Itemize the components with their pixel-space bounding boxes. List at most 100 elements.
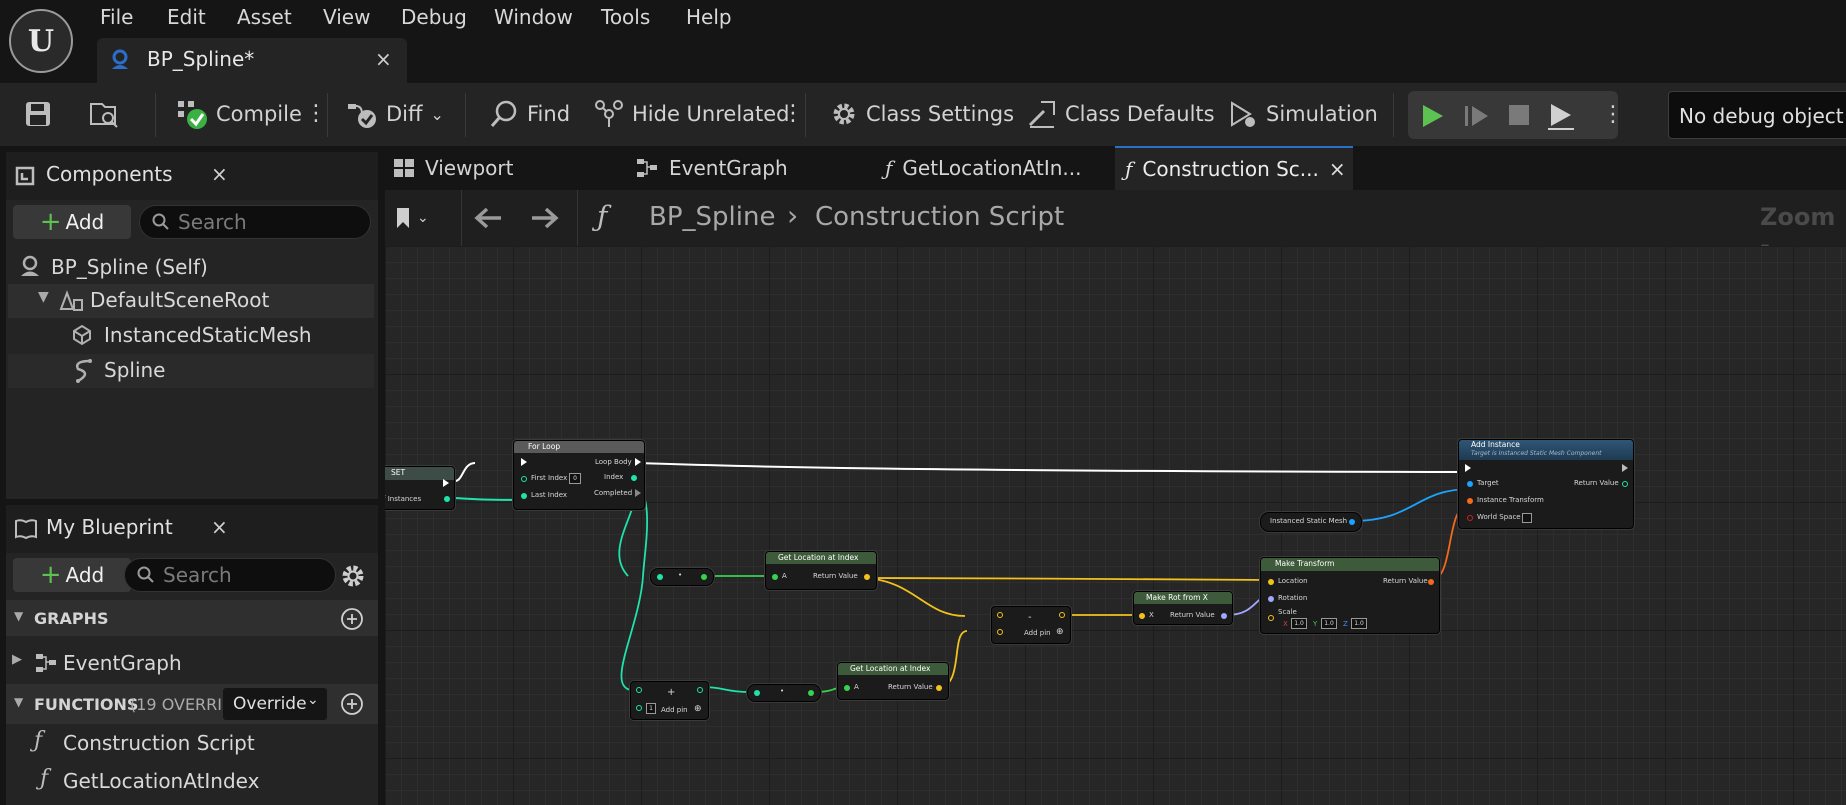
add-value[interactable]: 1 [646, 703, 656, 714]
bookmark-button[interactable]: ⌄ [395, 202, 445, 234]
make-rot-from-x-node[interactable]: Make Rot from X X Return Value [1133, 591, 1233, 625]
my-blueprint-search-input[interactable]: Search [124, 558, 336, 592]
find-button[interactable]: Find [489, 97, 570, 131]
rotation-pin[interactable] [1268, 596, 1274, 602]
scale-z-value[interactable]: 1.0 [1351, 618, 1367, 629]
graphs-section-header[interactable]: ▼ GRAPHS [6, 600, 378, 636]
vector-out-pin[interactable] [936, 685, 942, 691]
diff-button[interactable]: Diff ⌄ [346, 97, 444, 131]
eject-icon[interactable] [1546, 102, 1576, 130]
scale-y-value[interactable]: 1.0 [1321, 618, 1337, 629]
transform-out-pin[interactable] [1428, 579, 1434, 585]
scale-pin[interactable] [1268, 615, 1274, 621]
world-space-checkbox[interactable] [1522, 513, 1532, 523]
a-pin[interactable] [844, 685, 850, 691]
loop-body-pin[interactable] [635, 458, 641, 466]
add-graph-icon[interactable] [340, 607, 364, 631]
menu-file[interactable]: File [100, 5, 133, 29]
a-pin[interactable] [772, 574, 778, 580]
settings-gear-icon[interactable] [340, 563, 366, 589]
compile-options-icon[interactable]: ⋮ [305, 100, 327, 128]
float-out-pin[interactable] [808, 690, 814, 696]
first-index-pin[interactable] [521, 476, 527, 482]
int-pin[interactable] [444, 496, 450, 502]
menu-tools[interactable]: Tools [601, 5, 650, 29]
play-options-icon[interactable]: ⋮ [1602, 101, 1624, 129]
for-loop-node[interactable]: For Loop Loop Body First Index 0 Index L… [513, 440, 645, 510]
step-icon[interactable] [1463, 103, 1491, 129]
close-icon[interactable]: × [375, 47, 392, 71]
simulation-button[interactable]: Simulation [1228, 97, 1378, 131]
menu-window[interactable]: Window [494, 5, 573, 29]
return-value-pin[interactable] [1622, 481, 1628, 487]
close-icon[interactable]: × [1329, 157, 1346, 181]
save-button[interactable] [24, 97, 52, 131]
component-default-scene-root[interactable]: ▼ DefaultSceneRoot [8, 284, 374, 318]
index-pin[interactable] [631, 475, 637, 481]
set-node[interactable]: SET f Instances [385, 466, 455, 510]
add-function-icon[interactable] [340, 692, 364, 716]
graph-canvas[interactable]: SET f Instances For Loop Loop Body First… [385, 246, 1846, 805]
functions-section-header[interactable]: ▼ FUNCTIONS (19 OVERRIDA Override ⌄ [6, 684, 378, 724]
exec-out-pin[interactable] [443, 479, 449, 487]
add-pin-icon[interactable]: ⊕ [694, 704, 702, 714]
int-in-pin-b[interactable] [636, 705, 642, 711]
exec-in-pin[interactable] [1465, 464, 1471, 472]
add-pin-icon[interactable]: ⊕ [1056, 627, 1064, 637]
target-pin[interactable] [1467, 481, 1473, 487]
stop-icon[interactable] [1508, 104, 1530, 126]
menu-view[interactable]: View [323, 5, 370, 29]
location-pin[interactable] [1268, 579, 1274, 585]
close-icon[interactable]: × [211, 515, 228, 539]
hide-unrelated-options-icon[interactable]: ⋮ [782, 100, 804, 128]
completed-pin[interactable] [635, 489, 641, 497]
int-out-pin[interactable] [697, 687, 703, 693]
tab-eventgraph[interactable]: EventGraph [635, 146, 788, 190]
get-location-at-index-node-1[interactable]: Get Location at Index A Return Value [765, 551, 877, 590]
exec-out-pin[interactable] [1622, 464, 1628, 472]
play-icon[interactable] [1420, 103, 1446, 129]
components-search-input[interactable]: Search [139, 205, 371, 239]
override-dropdown[interactable]: Override ⌄ [223, 688, 327, 720]
last-index-pin[interactable] [521, 493, 527, 499]
tab-viewport[interactable]: Viewport [393, 146, 513, 190]
subtract-vector-node[interactable]: - Add pin ⊕ [991, 606, 1071, 644]
tab-construction-script[interactable]: ƒ Construction Sc... × [1115, 146, 1353, 190]
hide-unrelated-button[interactable]: Hide Unrelated [594, 97, 790, 131]
back-arrow-icon[interactable] [473, 205, 503, 231]
menu-debug[interactable]: Debug [401, 5, 467, 29]
compile-button[interactable]: Compile [176, 97, 302, 131]
first-index-value[interactable]: 0 [569, 473, 581, 484]
vector-in-pin-b[interactable] [997, 629, 1003, 635]
x-pin[interactable] [1139, 613, 1145, 619]
breadcrumb-blueprint[interactable]: BP_Spline [649, 202, 775, 232]
float-out-pin[interactable] [701, 574, 707, 580]
vector-out-pin[interactable] [864, 574, 870, 580]
add-member-button[interactable]: + Add [13, 558, 131, 592]
document-tab-bp-spline[interactable]: BP_Spline* × [97, 38, 407, 83]
instanced-static-mesh-getter-node[interactable]: Instanced Static Mesh [1260, 512, 1362, 532]
int-in-pin[interactable] [657, 574, 663, 580]
class-settings-button[interactable]: Class Settings [830, 97, 1014, 131]
object-pin[interactable] [1349, 519, 1355, 525]
function-item-construction-script[interactable]: ƒ Construction Script [6, 726, 378, 760]
exec-in-pin[interactable] [521, 458, 527, 466]
get-location-at-index-node-2[interactable]: Get Location at Index A Return Value [837, 662, 949, 700]
expand-arrow-icon[interactable]: ▼ [38, 289, 49, 305]
tab-getlocationatindex[interactable]: ƒ GetLocationAtIn... [885, 146, 1081, 190]
menu-help[interactable]: Help [686, 5, 732, 29]
component-spline[interactable]: Spline [8, 354, 374, 388]
menu-asset[interactable]: Asset [237, 5, 292, 29]
expand-arrow-icon[interactable]: ▶ [12, 652, 22, 667]
add-component-button[interactable]: + Add [13, 205, 131, 239]
int-in-pin[interactable] [754, 690, 760, 696]
function-item-getlocationatindex[interactable]: ƒ GetLocationAtIndex [6, 764, 378, 798]
conversion-node[interactable]: • [650, 568, 714, 586]
make-transform-node[interactable]: Make Transform Location Return Value Rot… [1260, 557, 1440, 634]
int-in-pin-a[interactable] [636, 687, 642, 693]
instance-transform-pin[interactable] [1467, 498, 1473, 504]
rotator-out-pin[interactable] [1221, 613, 1227, 619]
menu-edit[interactable]: Edit [167, 5, 206, 29]
add-int-node[interactable]: + 1 Add pin ⊕ [630, 681, 709, 720]
add-instance-node[interactable]: Add Instance Target is Instanced Static … [1458, 439, 1634, 529]
